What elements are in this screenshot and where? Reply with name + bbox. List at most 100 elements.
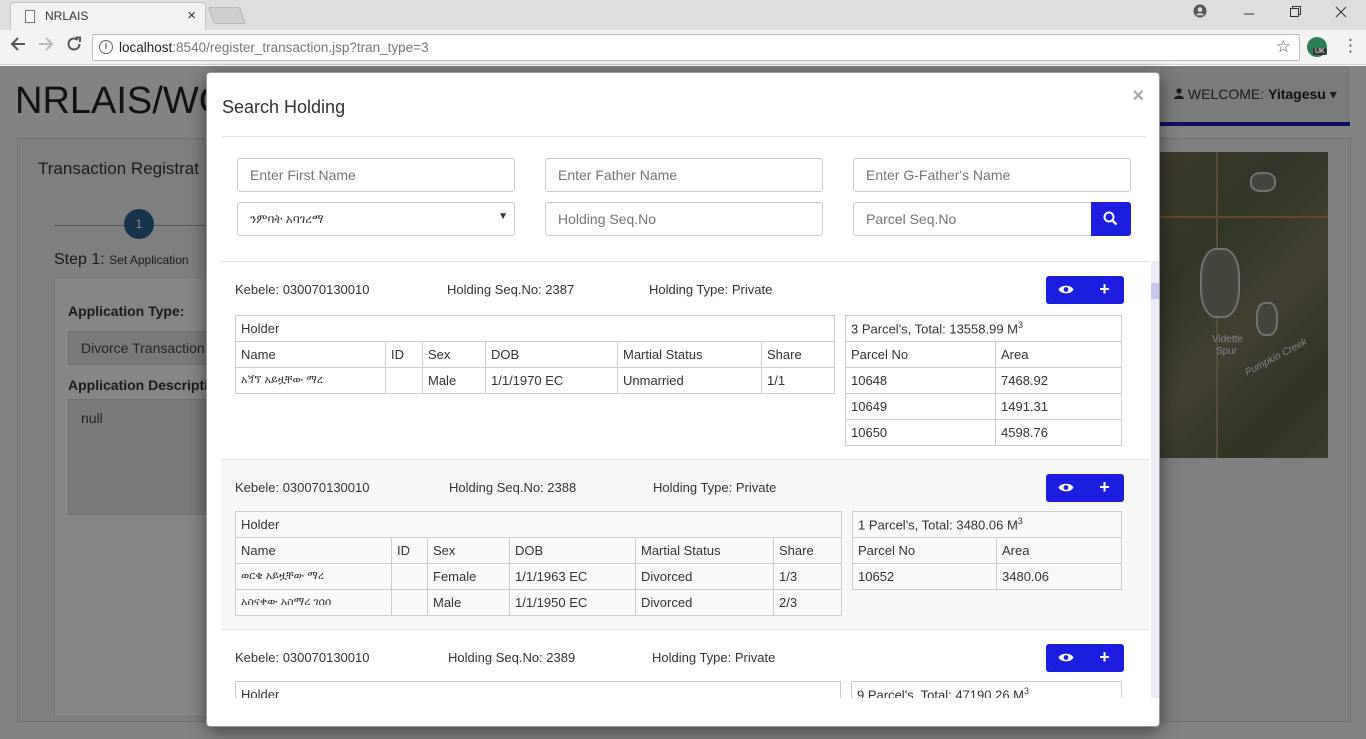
holding-card: Kebele: 030070130010 Holding Seq.No: 238… bbox=[221, 630, 1149, 698]
holder-header: Holder bbox=[235, 681, 841, 698]
table-header-row: Holder bbox=[235, 315, 835, 342]
eye-icon bbox=[1058, 483, 1073, 492]
holding-kebele: Kebele: 030070130010 bbox=[235, 282, 370, 297]
table-header-row: Parcel No Area bbox=[845, 341, 1122, 368]
col-area: Area bbox=[995, 341, 1122, 368]
holder-sex: Male bbox=[422, 367, 486, 394]
new-tab-button[interactable] bbox=[207, 7, 247, 24]
browser-tab[interactable]: NRLAIS × bbox=[10, 2, 206, 30]
add-button[interactable]: + bbox=[1085, 644, 1124, 672]
view-button[interactable] bbox=[1046, 276, 1085, 304]
col-sex: Sex bbox=[427, 537, 510, 564]
results-list[interactable]: Kebele: 030070130010 Holding Seq.No: 238… bbox=[221, 261, 1149, 698]
reload-icon[interactable] bbox=[66, 36, 82, 58]
star-icon[interactable]: ☆ bbox=[1276, 37, 1291, 57]
info-icon[interactable]: i bbox=[99, 40, 113, 54]
table-header-row: 9 Parcel's, Total: 47190.26 M3 bbox=[851, 681, 1122, 698]
table-row[interactable]: ወርቄ አይዟቸው ማረ Female 1/1/1963 EC Divorced… bbox=[235, 563, 842, 590]
extension-badge: UK bbox=[1313, 48, 1327, 55]
add-button[interactable]: + bbox=[1085, 276, 1124, 304]
kebele-select[interactable]: ንምባት አባገረማ ▼ bbox=[237, 202, 515, 236]
holder-share: 2/3 bbox=[773, 589, 842, 616]
holder-name: ወርቄ አይዟቸው ማረ bbox=[235, 563, 392, 590]
col-name: Name bbox=[235, 537, 392, 564]
back-icon[interactable] bbox=[10, 36, 26, 58]
holding-seq: Holding Seq.No: 2388 bbox=[449, 480, 577, 495]
table-row[interactable]: 10649 1491.31 bbox=[845, 393, 1122, 420]
parcel-table: 1 Parcel's, Total: 3480.06 M3 Parcel No … bbox=[852, 511, 1122, 590]
holding-seq: Holding Seq.No: 2387 bbox=[447, 282, 575, 297]
col-dob: DOB bbox=[509, 537, 636, 564]
address-bar[interactable]: i localhost:8540/register_transaction.js… bbox=[92, 34, 1300, 61]
eye-icon bbox=[1058, 653, 1073, 662]
holding-card: Kebele: 030070130010 Holding Seq.No: 238… bbox=[221, 460, 1149, 630]
search-button[interactable] bbox=[1091, 202, 1131, 236]
results-scrollbar[interactable] bbox=[1151, 261, 1159, 698]
table-row[interactable]: 10648 7468.92 bbox=[845, 367, 1122, 394]
col-sex: Sex bbox=[422, 341, 486, 368]
doc-icon bbox=[25, 10, 35, 23]
table-row[interactable]: 10650 4598.76 bbox=[845, 419, 1122, 446]
minimize-icon[interactable] bbox=[1243, 4, 1255, 22]
holder-status: Unmarried bbox=[617, 367, 762, 394]
tab-close-icon[interactable]: × bbox=[187, 7, 196, 24]
table-row[interactable]: አስናቀው አስማረ ገሰሰ Male 1/1/1950 EC Divorced… bbox=[235, 589, 842, 616]
holder-sex: Male bbox=[427, 589, 510, 616]
browser-toolbar: i localhost:8540/register_transaction.js… bbox=[0, 30, 1366, 65]
col-parcel-no: Parcel No bbox=[845, 341, 996, 368]
parcel-no: 10649 bbox=[845, 393, 996, 420]
holding-seq-input[interactable] bbox=[545, 202, 823, 236]
window-close-icon[interactable] bbox=[1335, 4, 1347, 22]
gfather-name-input[interactable] bbox=[853, 158, 1131, 192]
col-id: ID bbox=[385, 341, 423, 368]
holding-kebele: Kebele: 030070130010 bbox=[235, 480, 370, 495]
close-icon[interactable]: × bbox=[1132, 85, 1144, 108]
table-header-row: Name ID Sex DOB Martial Status Share bbox=[235, 537, 842, 564]
kebele-select-value: ንምባት አባገረማ bbox=[250, 212, 324, 226]
restore-icon[interactable] bbox=[1289, 4, 1301, 22]
menu-icon[interactable]: ⋮ bbox=[1342, 36, 1359, 56]
col-status: Martial Status bbox=[617, 341, 762, 368]
col-share: Share bbox=[761, 341, 835, 368]
table-row[interactable]: 10652 3480.06 bbox=[852, 563, 1122, 590]
holding-type: Holding Type: Private bbox=[653, 480, 777, 495]
view-button[interactable] bbox=[1046, 474, 1085, 502]
table-row[interactable]: አጘኘ አይዟቸው ማረ Male 1/1/1970 EC Unmarried … bbox=[235, 367, 835, 394]
col-status: Martial Status bbox=[635, 537, 774, 564]
parcel-area: 4598.76 bbox=[995, 419, 1122, 446]
add-button[interactable]: + bbox=[1085, 474, 1124, 502]
holder-id bbox=[385, 367, 423, 394]
holder-table: Holder Name ID Sex DOB Martial Status Sh… bbox=[235, 315, 835, 394]
holder-name: አጘኘ አይዟቸው ማረ bbox=[235, 367, 386, 394]
search-icon bbox=[1103, 211, 1118, 226]
eye-icon bbox=[1058, 285, 1073, 294]
holder-table: Holder bbox=[235, 681, 841, 698]
table-header-row: Name ID Sex DOB Martial Status Share bbox=[235, 341, 835, 368]
holding-card: Kebele: 030070130010 Holding Seq.No: 238… bbox=[221, 262, 1149, 460]
plus-icon: + bbox=[1099, 647, 1110, 667]
parcel-table: 3 Parcel's, Total: 13558.99 M3 Parcel No… bbox=[845, 315, 1122, 446]
holder-dob: 1/1/1950 EC bbox=[509, 589, 636, 616]
results-scroll-thumb[interactable] bbox=[1151, 283, 1159, 299]
tab-title: NRLAIS bbox=[45, 9, 89, 23]
holder-sex: Female bbox=[427, 563, 510, 590]
col-dob: DOB bbox=[485, 341, 618, 368]
modal-title: Search Holding bbox=[222, 97, 346, 117]
parcel-seq-input[interactable] bbox=[853, 202, 1092, 236]
first-name-input[interactable] bbox=[237, 158, 515, 192]
father-name-input[interactable] bbox=[545, 158, 823, 192]
holding-kebele: Kebele: 030070130010 bbox=[235, 650, 370, 665]
holding-type: Holding Type: Private bbox=[652, 650, 776, 665]
holder-status: Divorced bbox=[635, 563, 774, 590]
table-header-row: 1 Parcel's, Total: 3480.06 M3 bbox=[852, 511, 1122, 538]
parcel-area: 7468.92 bbox=[995, 367, 1122, 394]
parcel-summary: 1 Parcel's, Total: 3480.06 M3 bbox=[852, 511, 1122, 538]
search-holding-modal: Search Holding × ንምባት አባገረማ ▼ Kebele: 03… bbox=[206, 72, 1160, 727]
parcel-no: 10648 bbox=[845, 367, 996, 394]
view-button[interactable] bbox=[1046, 644, 1085, 672]
table-header-row: 3 Parcel's, Total: 13558.99 M3 bbox=[845, 315, 1122, 342]
profile-icon[interactable] bbox=[1193, 4, 1207, 22]
holding-type: Holding Type: Private bbox=[649, 282, 773, 297]
forward-icon[interactable] bbox=[38, 36, 54, 58]
holder-share: 1/1 bbox=[761, 367, 835, 394]
